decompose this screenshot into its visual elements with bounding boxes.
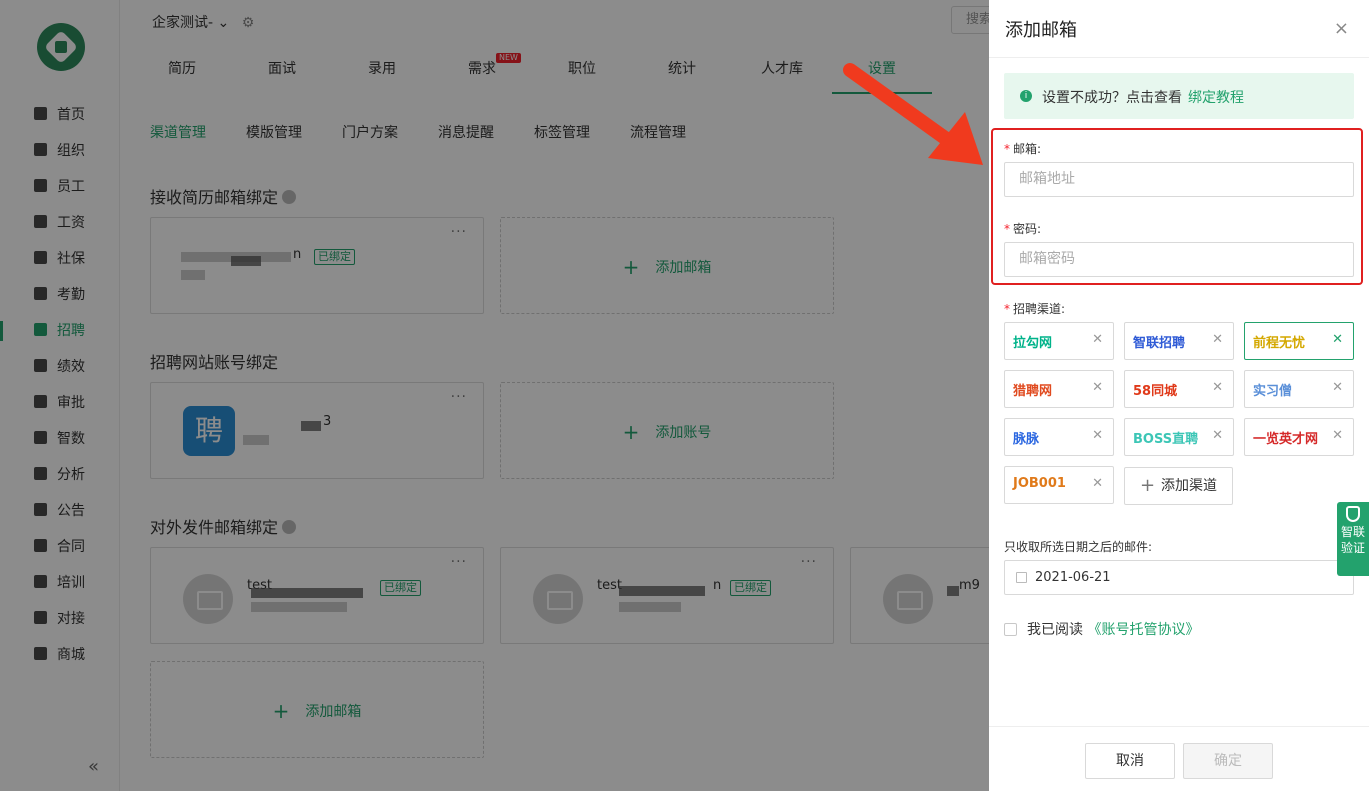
channel-logo: 58同城: [1133, 384, 1178, 399]
channel-chip[interactable]: 猎聘网 ✕: [1004, 370, 1114, 408]
info-alert: i 设置不成功？点击查看 绑定教程: [1004, 73, 1354, 119]
remove-channel-icon[interactable]: ✕: [1332, 380, 1343, 395]
channel-logo: 实习僧: [1253, 384, 1293, 399]
channel-chip[interactable]: 智联招聘 ✕: [1124, 322, 1234, 360]
remove-channel-icon[interactable]: ✕: [1092, 476, 1103, 491]
remove-channel-icon[interactable]: ✕: [1092, 428, 1103, 443]
channel-chip[interactable]: 拉勾网 ✕: [1004, 322, 1114, 360]
info-icon: i: [1020, 90, 1032, 102]
channel-chip[interactable]: 一览英才网 ✕: [1244, 418, 1354, 456]
required-mark: *: [1004, 142, 1010, 156]
agreement-row: 我已阅读 《账号托管协议》: [1004, 619, 1199, 639]
annotation-arrow: [843, 63, 983, 165]
agreement-link[interactable]: 《账号托管协议》: [1087, 622, 1199, 638]
channel-chip[interactable]: 58同城 ✕: [1124, 370, 1234, 408]
agree-checkbox[interactable]: [1004, 623, 1017, 636]
required-mark: *: [1004, 302, 1010, 316]
alert-text: 设置不成功？点击查看 绑定教程: [1042, 87, 1244, 107]
required-mark: *: [1004, 222, 1010, 236]
remove-channel-icon[interactable]: ✕: [1212, 332, 1223, 347]
channel-chip[interactable]: 前程无忧 ✕: [1244, 322, 1354, 360]
password-input[interactable]: 邮箱密码: [1004, 242, 1354, 277]
date-picker[interactable]: 2021-06-21: [1004, 560, 1354, 595]
date-value: 2021-06-21: [1035, 570, 1111, 585]
alert-message: 设置不成功？点击查看: [1042, 90, 1182, 106]
tutorial-link[interactable]: 绑定教程: [1188, 90, 1244, 106]
remove-channel-icon[interactable]: ✕: [1212, 428, 1223, 443]
verify-line-2: 验证: [1340, 541, 1365, 555]
channel-logo: 一览英才网: [1253, 432, 1319, 447]
channel-label: * 招聘渠道:: [1004, 300, 1065, 317]
close-icon[interactable]: ×: [1334, 18, 1349, 39]
arrow-shaft: [843, 63, 952, 145]
email-input[interactable]: 邮箱地址: [1004, 162, 1354, 197]
date-label: 只收取所选日期之后的邮件:: [1004, 540, 1153, 554]
plus-icon: +: [1139, 475, 1156, 496]
channel-chip[interactable]: BOSS直聘 ✕: [1124, 418, 1234, 456]
channel-logo: 智联招聘: [1133, 336, 1186, 351]
shield-icon: [1346, 506, 1360, 522]
channel-logo: 猎聘网: [1013, 384, 1053, 399]
divider: [989, 57, 1369, 58]
remove-channel-icon[interactable]: ✕: [1092, 332, 1103, 347]
remove-channel-icon[interactable]: ✕: [1332, 428, 1343, 443]
add-channel-label: 添加渠道: [1161, 478, 1218, 494]
divider: [989, 726, 1369, 727]
channel-logo: BOSS直聘: [1133, 432, 1199, 447]
channel-chip[interactable]: 脉脉 ✕: [1004, 418, 1114, 456]
remove-channel-icon[interactable]: ✕: [1212, 380, 1223, 395]
channel-logo: JOB001: [1013, 476, 1066, 491]
email-label: * 邮箱:: [1004, 140, 1041, 157]
verify-line-1: 智联: [1340, 525, 1365, 539]
password-label: * 密码:: [1004, 220, 1041, 237]
agree-text: 我已阅读: [1027, 622, 1083, 638]
password-label-text: 密码:: [1013, 222, 1042, 236]
channel-chip[interactable]: JOB001 ✕: [1004, 466, 1114, 504]
add-channel-button[interactable]: + 添加渠道: [1124, 467, 1233, 505]
remove-channel-icon[interactable]: ✕: [1092, 380, 1103, 395]
channel-logo: 脉脉: [1013, 432, 1040, 447]
channel-label-text: 招聘渠道:: [1013, 302, 1066, 316]
channel-logo: 拉勾网: [1013, 336, 1053, 351]
remove-channel-icon[interactable]: ✕: [1332, 332, 1343, 347]
email-label-text: 邮箱:: [1013, 142, 1042, 156]
add-email-drawer: 添加邮箱 × i 设置不成功？点击查看 绑定教程 * 邮箱: 邮箱地址 * 密码: 邮…: [989, 0, 1369, 791]
drawer-title: 添加邮箱: [1005, 20, 1077, 41]
zhilian-verify-widget[interactable]: 智联 验证: [1337, 502, 1369, 576]
channel-logo: 前程无忧: [1253, 336, 1306, 351]
calendar-icon: [1016, 572, 1027, 583]
confirm-button[interactable]: 确定: [1183, 743, 1273, 779]
channel-chip[interactable]: 实习僧 ✕: [1244, 370, 1354, 408]
cancel-button[interactable]: 取消: [1085, 743, 1175, 779]
